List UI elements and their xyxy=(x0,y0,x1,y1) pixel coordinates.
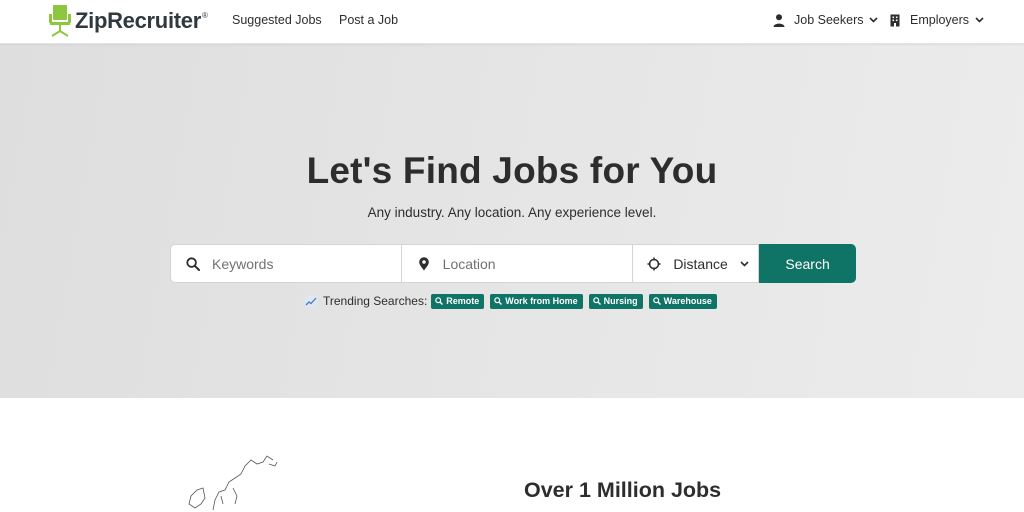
hero-section: Let's Find Jobs for You Any industry. An… xyxy=(0,44,1024,398)
location-pin-icon xyxy=(418,256,429,270)
ziprecruiter-logo[interactable]: ZipRecruiter ® xyxy=(49,4,208,38)
trending-searches: Trending Searches: Remote Work from Home… xyxy=(305,293,723,309)
logo-registered-mark: ® xyxy=(201,11,208,20)
hero-title: Let's Find Jobs for You xyxy=(306,150,718,191)
job-seekers-label: Job Seekers xyxy=(794,13,864,27)
hero-subtitle: Any industry. Any location. Any experien… xyxy=(367,205,657,220)
trending-chip-remote[interactable]: Remote xyxy=(431,293,485,309)
employers-menu[interactable]: Employers xyxy=(889,13,984,27)
nav-suggested-jobs[interactable]: Suggested Jobs xyxy=(232,13,322,27)
search-icon xyxy=(186,256,200,271)
distance-label: Distance xyxy=(673,255,728,272)
user-icon xyxy=(773,13,785,27)
keywords-input[interactable] xyxy=(212,255,382,272)
building-icon xyxy=(890,14,900,26)
chevron-down-icon xyxy=(869,17,879,23)
job-search-bar: Distance Search xyxy=(170,244,856,283)
ziprecruiter-chair-logo-icon xyxy=(49,5,71,37)
crosshair-icon xyxy=(647,257,661,270)
section-title: Over 1 Million Jobs xyxy=(524,478,722,502)
search-button[interactable]: Search xyxy=(759,244,856,283)
logo-wordmark: ZipRecruiter xyxy=(75,8,201,33)
trending-chip-work-from-home[interactable]: Work from Home xyxy=(490,293,583,309)
location-input[interactable] xyxy=(442,255,613,272)
chip-label: Remote xyxy=(446,296,480,306)
trending-chip-nursing[interactable]: Nursing xyxy=(588,293,643,309)
chevron-down-icon xyxy=(740,260,749,267)
chip-label: Work from Home xyxy=(505,296,578,306)
trending-chart-icon xyxy=(305,295,317,307)
search-icon xyxy=(494,297,503,305)
trending-chip-warehouse[interactable]: Warehouse xyxy=(648,293,717,309)
search-icon xyxy=(435,297,444,305)
job-seekers-menu[interactable]: Job Seekers xyxy=(773,13,879,27)
trending-label: Trending Searches: xyxy=(323,294,428,308)
search-icon xyxy=(652,297,661,305)
nav-post-a-job[interactable]: Post a Job xyxy=(339,13,398,27)
map-outline-illustration xyxy=(188,455,278,511)
location-field[interactable] xyxy=(401,244,634,283)
search-icon xyxy=(592,297,601,305)
chip-label: Nursing xyxy=(603,296,638,306)
chip-label: Warehouse xyxy=(663,296,712,306)
chevron-down-icon xyxy=(975,17,984,23)
employers-label: Employers xyxy=(910,13,970,27)
distance-select[interactable]: Distance xyxy=(633,244,760,283)
jobs-overview-section: Over 1 Million Jobs xyxy=(0,398,1024,512)
top-navigation-bar: ZipRecruiter ® Suggested Jobs Post a Job… xyxy=(0,0,1024,44)
keywords-field[interactable] xyxy=(170,244,402,283)
